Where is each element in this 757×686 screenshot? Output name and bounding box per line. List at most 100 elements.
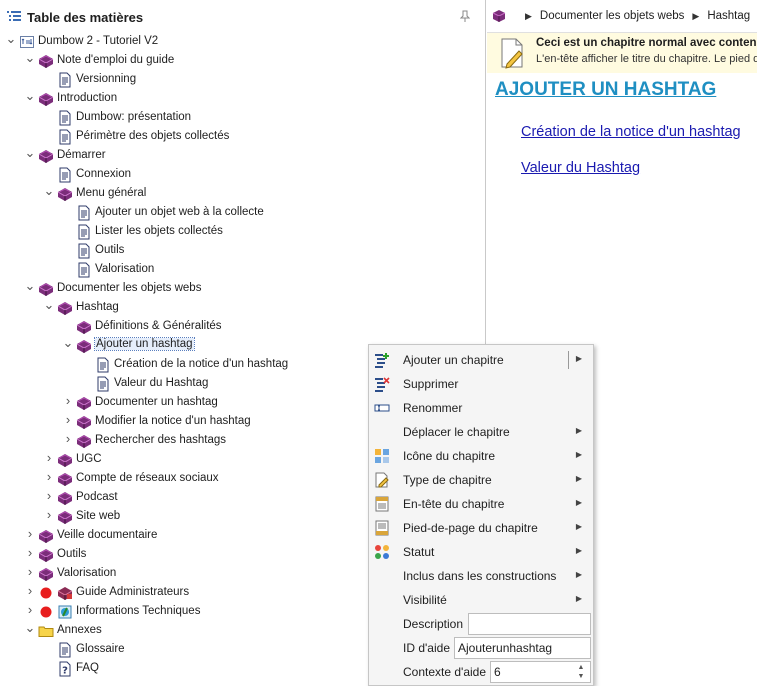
page-icon [76, 262, 92, 278]
book-icon [76, 319, 92, 335]
folder-icon [38, 623, 54, 639]
menu-item-label: Visibilité [403, 593, 447, 607]
page-title: AJOUTER UN HASHTAG [495, 79, 717, 100]
toc-item-hashtag[interactable]: ⌄ Hashtag [0, 298, 486, 318]
toc-item-dumbow-presentation[interactable]: Dumbow: présentation [0, 109, 486, 128]
toc-title: Table des matières [27, 9, 144, 25]
expand-arrow-icon[interactable]: › [24, 527, 36, 540]
menu-item-deplacer-le-chapitre[interactable]: Déplacer le chapitre ▶ [369, 420, 593, 444]
expand-arrow-icon[interactable]: › [24, 584, 36, 597]
description-input[interactable] [468, 613, 591, 635]
toc-item-label: Documenter un hashtag [95, 396, 218, 408]
toc-item-valorisation[interactable]: Valorisation [0, 261, 486, 280]
toc-item-outils[interactable]: Outils [0, 242, 486, 261]
expand-arrow-icon[interactable]: › [43, 489, 55, 502]
expand-arrow-icon[interactable]: › [62, 394, 74, 407]
submenu-arrow-icon: ▶ [575, 546, 582, 555]
book-icon [76, 414, 92, 430]
toc-item-dumbow-2-tutoriel-v2[interactable]: ⌄ Dumbow 2 - Tutoriel V2 [0, 32, 486, 52]
breadcrumb: ▶ Documenter les objets webs ▶ Hashtag [487, 0, 757, 33]
collapse-arrow-icon[interactable]: ⌄ [43, 184, 55, 197]
expand-arrow-icon[interactable]: › [62, 432, 74, 445]
toc-item-label: Compte de réseaux sociaux [76, 472, 219, 484]
description-row: Description [369, 612, 593, 636]
page-icon [95, 376, 111, 392]
expand-arrow-icon[interactable]: › [24, 565, 36, 578]
menu-split-divider [568, 351, 569, 369]
menu-item-ajouter-un-chapitre[interactable]: Ajouter un chapitre ▶ [369, 348, 593, 372]
page-icon [57, 167, 73, 183]
collapse-arrow-icon[interactable]: ⌄ [24, 621, 36, 634]
status-dots-icon [374, 544, 390, 560]
collapse-arrow-icon[interactable]: ⌄ [24, 89, 36, 102]
collapse-arrow-icon[interactable]: ⌄ [5, 32, 17, 45]
notice-heading: Ceci est un chapitre normal avec contenu [536, 37, 757, 49]
expand-arrow-icon[interactable]: › [43, 470, 55, 483]
menu-item-en-tete-du-chapitre[interactable]: En-tête du chapitre ▶ [369, 492, 593, 516]
expand-arrow-icon[interactable]: › [24, 603, 36, 616]
info-icon [57, 604, 73, 620]
menu-item-label: En-tête du chapitre [403, 497, 505, 511]
chevron-right-icon: ▶ [525, 10, 532, 21]
toc-item-menu-general[interactable]: ⌄ Menu général [0, 184, 486, 204]
toc-item-versionning[interactable]: Versionning [0, 71, 486, 90]
toc-item-introduction[interactable]: ⌄ Introduction [0, 89, 486, 109]
menu-item-label: Inclus dans les constructions [403, 569, 557, 583]
help-id-row: ID d'aide Ajouterunhashtag [369, 636, 593, 660]
help-id-input[interactable]: Ajouterunhashtag [454, 637, 591, 659]
toc-item-label: Connexion [76, 168, 131, 180]
toc-item-connexion[interactable]: Connexion [0, 166, 486, 185]
toc-item-label: Annexes [57, 624, 102, 636]
menu-item-pied-de-page-du-chapitre[interactable]: Pied-de-page du chapitre ▶ [369, 516, 593, 540]
menu-item-type-de-chapitre[interactable]: Type de chapitre ▶ [369, 468, 593, 492]
toc-item-ajouter-un-objet-web-a-la-collecte[interactable]: Ajouter un objet web à la collecte [0, 204, 486, 223]
menu-item-renommer[interactable]: Renommer [369, 396, 593, 420]
book-icon [57, 452, 73, 468]
toc-item-lister-les-objets-collectes[interactable]: Lister les objets collectés [0, 223, 486, 242]
breadcrumb-item[interactable]: Documenter les objets webs [540, 10, 684, 22]
rename-icon [374, 400, 390, 416]
book-icon [38, 566, 54, 582]
menu-item-label: Ajouter un chapitre [403, 353, 504, 367]
menu-item-icone-du-chapitre[interactable]: Icône du chapitre ▶ [369, 444, 593, 468]
pin-icon[interactable] [459, 10, 471, 25]
toc-item-label: Versionning [76, 73, 137, 85]
toc-item-label: Dumbow 2 - Tutoriel V2 [38, 35, 159, 47]
help-context-input[interactable]: 6 ▲ ▼ [490, 661, 591, 683]
toc-item-label: Ajouter un hashtag [94, 337, 195, 351]
expand-arrow-icon[interactable]: › [43, 451, 55, 464]
toc-item-label: Podcast [76, 491, 118, 503]
collapse-arrow-icon[interactable]: ⌄ [24, 279, 36, 292]
book-icon [57, 471, 73, 487]
book-icon [57, 509, 73, 525]
expand-arrow-icon[interactable]: › [43, 508, 55, 521]
collapse-arrow-icon[interactable]: ⌄ [43, 298, 55, 311]
menu-item-visibilite[interactable]: Visibilité ▶ [369, 588, 593, 612]
status-red-icon [38, 585, 54, 601]
toc-item-documenter-les-objets-webs[interactable]: ⌄ Documenter les objets webs [0, 279, 486, 299]
toc-item-perimetre-des-objets-collectes[interactable]: Périmètre des objets collectés [0, 128, 486, 147]
doc-link[interactable]: Création de la notice d'un hashtag [521, 124, 741, 140]
expand-arrow-icon[interactable]: › [62, 413, 74, 426]
collapse-arrow-icon[interactable]: ⌄ [24, 146, 36, 159]
menu-item-statut[interactable]: Statut ▶ [369, 540, 593, 564]
expand-arrow-icon[interactable]: › [24, 546, 36, 559]
spinner-arrows-icon[interactable]: ▲ ▼ [576, 663, 586, 682]
toc-item-note-d-emploi-du-guide[interactable]: ⌄ Note d'emploi du guide [0, 51, 486, 71]
toc-item-label: Ajouter un objet web à la collecte [95, 206, 264, 218]
toc-item-label: Guide Administrateurs [76, 586, 190, 598]
page-icon [76, 224, 92, 240]
help-id-label: ID d'aide [403, 641, 450, 655]
toc-item-demarrer[interactable]: ⌄ Démarrer [0, 146, 486, 166]
page-edit-icon [499, 37, 525, 69]
doc-link[interactable]: Valeur du Hashtag [521, 160, 640, 176]
collapse-arrow-icon[interactable]: ⌄ [62, 336, 74, 349]
menu-item-supprimer[interactable]: Supprimer [369, 372, 593, 396]
toc-item-label: Modifier la notice d'un hashtag [95, 415, 251, 427]
breadcrumb-item[interactable]: Hashtag [707, 10, 750, 22]
menu-item-label: Déplacer le chapitre [403, 425, 510, 439]
svg-text:?: ? [62, 666, 68, 677]
collapse-arrow-icon[interactable]: ⌄ [24, 51, 36, 64]
book-icon [76, 395, 92, 411]
menu-item-inclus-dans-les-constructions[interactable]: Inclus dans les constructions ▶ [369, 564, 593, 588]
